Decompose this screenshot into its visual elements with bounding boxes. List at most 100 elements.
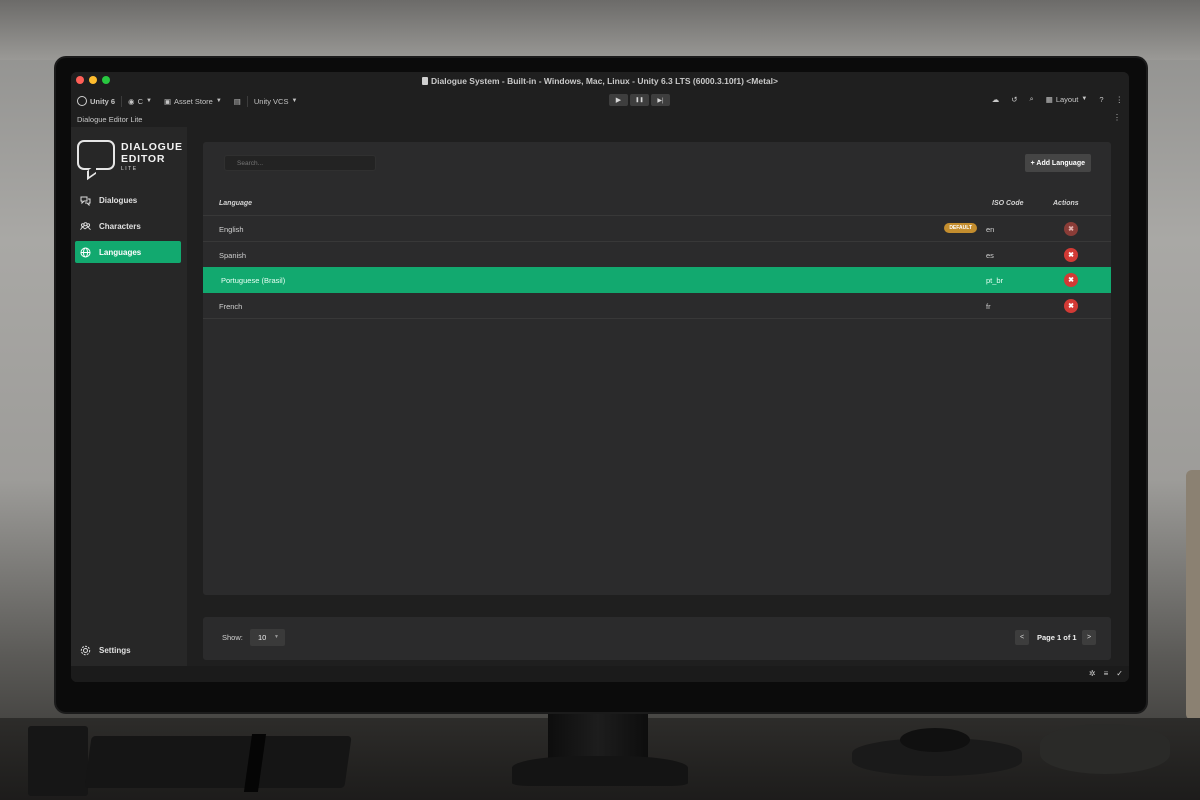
column-header-iso-code: ISO Code	[992, 200, 1024, 207]
store-bag-icon: ▣	[163, 96, 172, 106]
unity-editor-window: Dialogue System - Built-in - Windows, Ma…	[71, 72, 1129, 682]
asset-store-dropdown[interactable]: ▣ Asset Store ▼	[158, 97, 228, 106]
iso-code: en	[986, 225, 995, 234]
next-page-button[interactable]: >	[1082, 630, 1096, 645]
title-bar: Dialogue System - Built-in - Windows, Ma…	[71, 72, 1129, 89]
table-row[interactable]: Spanish es ✖	[203, 242, 1111, 268]
asset-store-label: Asset Store	[174, 96, 213, 106]
bug-icon[interactable]: ✲	[1089, 669, 1096, 678]
table-row[interactable]: French fr ✖	[203, 293, 1111, 319]
app-logo: DIALOGUE EDITOR LITE	[77, 139, 187, 181]
unity-vcs-dropdown[interactable]: Unity VCS ▼	[248, 97, 304, 106]
language-name: English	[219, 225, 244, 234]
search-input[interactable]	[224, 155, 376, 171]
unity-version-label: Unity 6	[90, 96, 116, 106]
sidebar-item-characters[interactable]: Characters	[75, 215, 181, 237]
play-icon: ▶	[615, 97, 622, 104]
page-size-select[interactable]: 10 ▼	[250, 629, 285, 646]
previous-page-button[interactable]: <	[1015, 630, 1029, 645]
search-icon[interactable]: ⌕	[1030, 94, 1034, 104]
default-badge: DEFAULT	[944, 223, 977, 233]
chevron-down-icon: ▼	[145, 98, 152, 104]
delete-language-button[interactable]: ✖	[1064, 248, 1078, 262]
characters-icon	[80, 221, 91, 232]
step-button[interactable]: ▶|	[651, 94, 670, 106]
step-icon: ▶|	[657, 97, 664, 104]
chevron-down-icon: ▼	[1081, 96, 1088, 102]
table-row[interactable]: English DEFAULT en ✖	[203, 216, 1111, 242]
database-icon[interactable]: ≡	[1104, 669, 1109, 678]
zoom-window-button[interactable]	[102, 76, 110, 84]
window-title-text: Dialogue System - Built-in - Windows, Ma…	[431, 75, 778, 86]
chat-bubbles-icon	[80, 195, 91, 206]
editor-tab-title[interactable]: Dialogue Editor Lite	[77, 115, 142, 124]
close-icon: ✖	[1068, 252, 1074, 259]
sidebar-item-label: Languages	[99, 247, 142, 257]
history-icon[interactable]: ↺	[1011, 95, 1017, 104]
close-icon: ✖	[1068, 303, 1074, 310]
status-bar: ✲ ≡ ✓	[71, 666, 1129, 682]
play-button[interactable]: ▶	[609, 94, 628, 106]
add-language-button[interactable]: + Add Language	[1024, 154, 1091, 172]
column-header-language: Language	[219, 200, 253, 207]
desk-object	[28, 726, 88, 796]
help-icon[interactable]: ?	[1099, 95, 1103, 104]
speaker	[1186, 470, 1200, 720]
table-header: Language ISO Code Actions	[203, 194, 1111, 216]
check-circle-icon[interactable]: ✓	[1116, 669, 1123, 678]
globe-icon	[80, 247, 91, 258]
main-toolbar: Unity 6 ◉ C ▼ ▣ Asset Store ▼ ▤ Unity VC…	[71, 91, 1129, 111]
chevron-down-icon: ▼	[215, 98, 222, 104]
status-icons: ✲ ≡ ✓	[1089, 669, 1123, 678]
account-label: C	[137, 96, 143, 106]
layout-label: Layout	[1055, 94, 1079, 104]
package-icon: ▤	[233, 96, 241, 106]
desk-object	[900, 728, 970, 752]
delete-language-button[interactable]: ✖	[1064, 222, 1078, 236]
play-controls: ▶ ❚❚ ▶|	[609, 94, 670, 106]
package-button[interactable]: ▤	[228, 97, 247, 106]
languages-panel: + Add Language Language ISO Code Actions…	[203, 142, 1111, 595]
logo-title: DIALOGUE EDITOR	[121, 141, 183, 165]
more-options-icon[interactable]: ⋮	[1113, 113, 1121, 122]
chevron-down-icon: ▼	[274, 634, 279, 640]
sidebar: DIALOGUE EDITOR LITE Dialogues Character…	[71, 127, 187, 666]
chevron-down-icon: ▼	[291, 98, 298, 104]
desk-object	[1040, 724, 1170, 774]
close-window-button[interactable]	[76, 76, 84, 84]
page-size-value: 10	[258, 633, 267, 642]
sidebar-item-settings[interactable]: Settings	[75, 639, 181, 661]
delete-language-button[interactable]: ✖	[1064, 299, 1078, 313]
cloud-icon[interactable]: ☁	[992, 95, 1000, 104]
logo-subtitle: LITE	[121, 166, 138, 172]
pause-button[interactable]: ❚❚	[630, 94, 649, 106]
logo-line-1: DIALOGUE	[121, 141, 183, 153]
sidebar-item-label: Settings	[99, 645, 131, 655]
language-name: French	[219, 302, 243, 311]
sidebar-item-languages[interactable]: Languages	[75, 241, 181, 263]
pagination-bar: Show: 10 ▼ < Page 1 of 1 >	[203, 617, 1111, 660]
notebook	[84, 736, 352, 788]
wall-background	[0, 0, 1200, 60]
language-name: Spanish	[219, 251, 247, 260]
iso-code: es	[986, 251, 994, 260]
sidebar-item-label: Dialogues	[99, 195, 138, 205]
account-dropdown[interactable]: ◉ C ▼	[122, 97, 158, 106]
sidebar-item-dialogues[interactable]: Dialogues	[75, 189, 181, 211]
minimize-window-button[interactable]	[89, 76, 97, 84]
logo-line-2: EDITOR	[121, 153, 166, 165]
delete-language-button[interactable]: ✖	[1064, 273, 1078, 287]
layout-dropdown[interactable]: ▦ Layout ▼	[1046, 95, 1088, 104]
more-icon[interactable]: ⋮	[1116, 95, 1124, 104]
iso-code: pt_br	[986, 276, 1004, 285]
table-row-selected[interactable]: Portuguese (Brasil) pt_br ✖	[203, 267, 1111, 293]
unity-logo-icon	[77, 96, 87, 106]
iso-code: fr	[986, 302, 991, 311]
page-indicator: Page 1 of 1	[1037, 633, 1077, 642]
unity-vcs-label: Unity VCS	[253, 96, 289, 106]
layout-icon: ▦	[1045, 94, 1053, 104]
main-content: + Add Language Language ISO Code Actions…	[187, 127, 1129, 666]
window-controls	[76, 76, 110, 84]
language-name: Portuguese (Brasil)	[221, 276, 286, 285]
unity-version-button[interactable]: Unity 6	[71, 96, 121, 106]
